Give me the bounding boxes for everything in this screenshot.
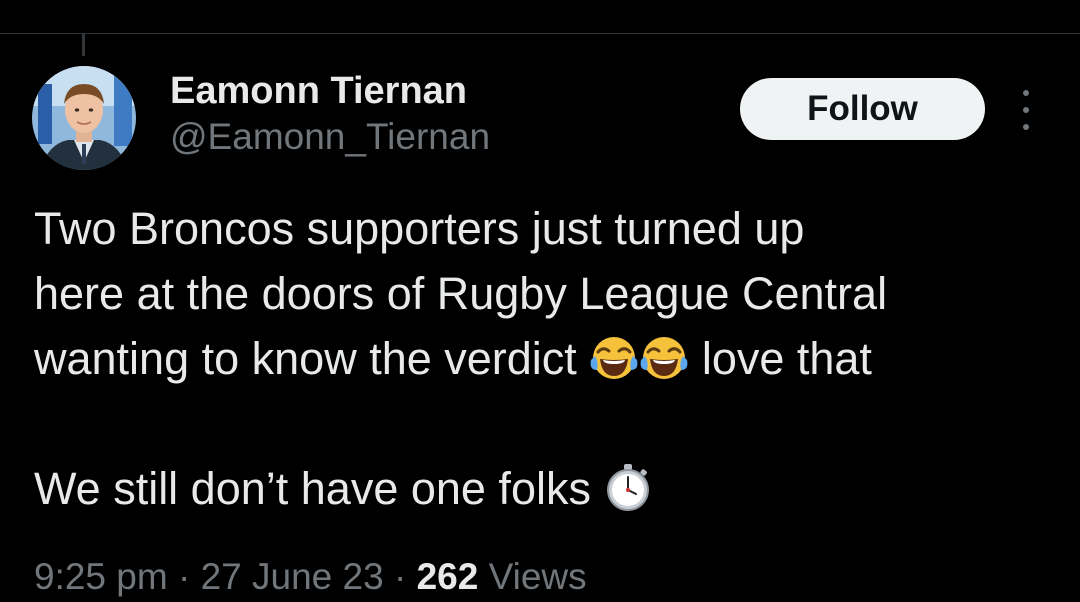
tweet-meta: 9:25 pm · 27 June 23 · 262 Views: [34, 552, 587, 602]
tweet-line-2-text: here at the doors of Rugby League Centra…: [34, 268, 888, 319]
tweet-line-4: We still don’t have one folks: [34, 456, 1054, 521]
tweet-date[interactable]: 27 June 23: [201, 556, 384, 597]
tweet-time[interactable]: 9:25 pm: [34, 556, 168, 597]
stopwatch-icon: [603, 462, 653, 512]
tweet-line-2: here at the doors of Rugby League Centra…: [34, 261, 1054, 326]
face-with-tears-of-joy-icon: [589, 332, 639, 382]
tweet-line-3-tail: love that: [689, 333, 872, 384]
views-label[interactable]: Views: [489, 556, 587, 597]
meta-separator: ·: [393, 556, 407, 597]
avatar[interactable]: [32, 66, 136, 170]
tweet-line-3-text: wanting to know the verdict: [34, 333, 577, 384]
more-vertical-icon: [1023, 90, 1029, 96]
tweet-line-1-text: Two Broncos supporters just turned up: [34, 203, 805, 254]
author-handle[interactable]: @Eamonn_Tiernan: [170, 114, 490, 160]
tweet-line-3: wanting to know the verdict love that: [34, 326, 1054, 391]
profile-photo-icon: [32, 66, 136, 170]
author-info[interactable]: Eamonn Tiernan @Eamonn_Tiernan: [170, 68, 490, 160]
views-count[interactable]: 262: [417, 556, 479, 597]
tweet-line-1: Two Broncos supporters just turned up: [34, 196, 1054, 261]
thread-connector-line: [82, 34, 85, 56]
top-divider: [0, 33, 1080, 34]
more-vertical-icon-dot: [1023, 124, 1029, 130]
face-with-tears-of-joy-icon: [639, 332, 689, 382]
more-options-button[interactable]: [1012, 90, 1040, 130]
meta-separator: ·: [177, 556, 191, 597]
follow-button[interactable]: Follow: [740, 78, 985, 140]
author-display-name[interactable]: Eamonn Tiernan: [170, 68, 490, 114]
tweet-line-4-text: We still don’t have one folks: [34, 463, 591, 514]
tweet-text: Two Broncos supporters just turned up he…: [34, 196, 1054, 521]
more-vertical-icon-dot: [1023, 107, 1029, 113]
